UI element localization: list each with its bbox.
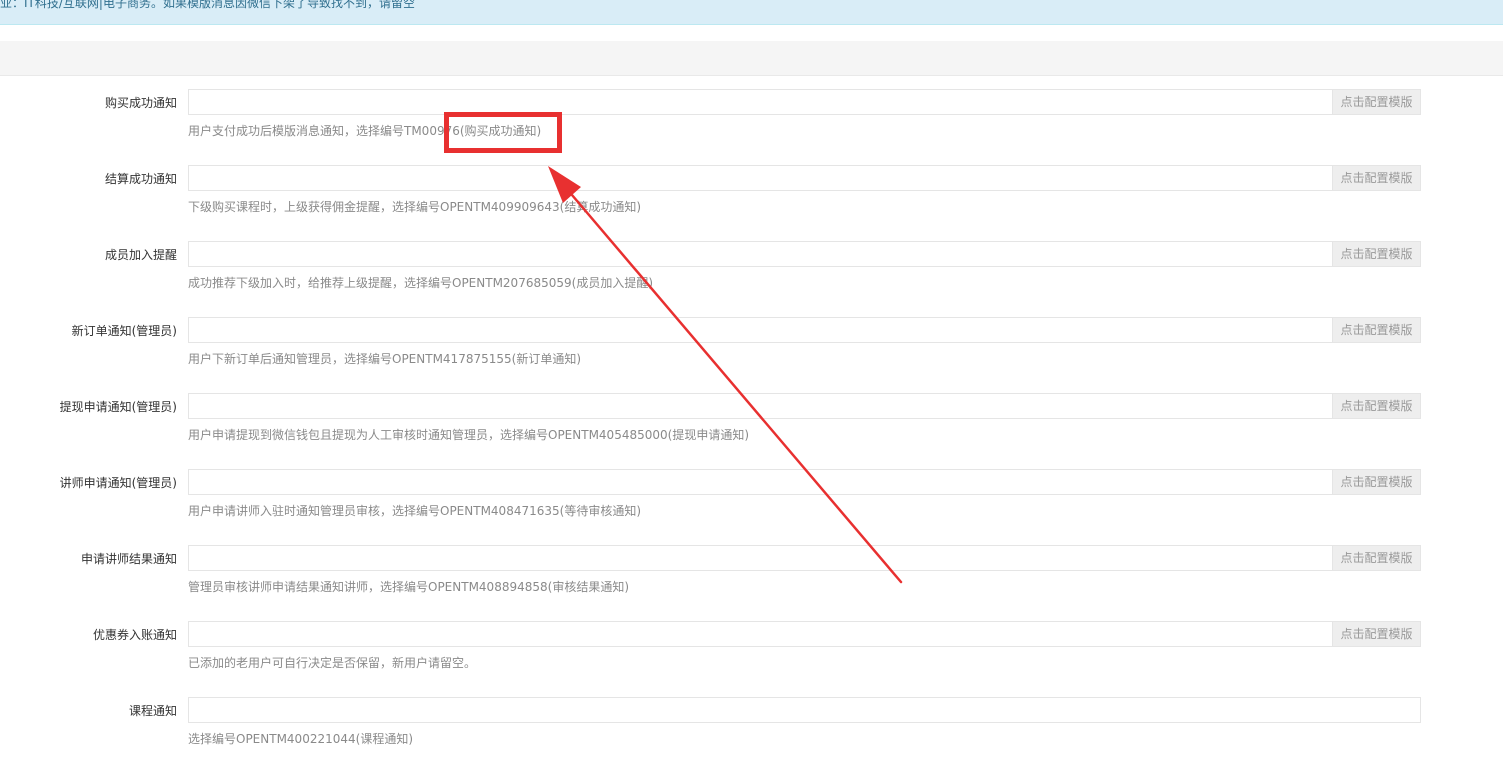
form-row-settlement-success: 结算成功通知 点击配置模版 下级购买课程时，上级获得佣金提醒，选择编号OPENT… bbox=[0, 165, 1503, 225]
template-notice-banner: 业：IT科技/互联网|电子商务。如果模版消息因微信下架了导致找不到，请留空 bbox=[0, 0, 1503, 25]
template-id-input-purchase-success[interactable] bbox=[188, 89, 1333, 115]
configure-template-button[interactable]: 点击配置模版 bbox=[1332, 241, 1421, 267]
field-label: 申请讲师结果通知 bbox=[80, 552, 177, 566]
form-row-withdraw-admin: 提现申请通知(管理员) 点击配置模版 用户申请提现到微信钱包且提现为人工审核时通… bbox=[0, 393, 1503, 453]
form-row-teacher-apply-admin: 讲师申请通知(管理员) 点击配置模版 用户申请讲师入驻时通知管理员审核，选择编号… bbox=[0, 469, 1503, 529]
form-row-course-notice: 课程通知 选择编号OPENTM400221044(课程通知) bbox=[0, 697, 1503, 757]
field-label: 购买成功通知 bbox=[104, 96, 177, 110]
help-text: 管理员审核讲师申请结果通知讲师，选择编号OPENTM408894858(审核结果… bbox=[188, 580, 630, 594]
template-id-input-teacher-result[interactable] bbox=[188, 545, 1333, 571]
help-text: 用户申请讲师入驻时通知管理员审核，选择编号OPENTM408471635(等待审… bbox=[188, 504, 642, 518]
field-label: 讲师申请通知(管理员) bbox=[59, 476, 177, 490]
help-text: 下级购买课程时，上级获得佣金提醒，选择编号OPENTM409909643(结算成… bbox=[188, 200, 642, 214]
help-text: 选择编号OPENTM400221044(课程通知) bbox=[188, 732, 414, 746]
help-text: 已添加的老用户可自行决定是否保留，新用户请留空。 bbox=[188, 656, 477, 670]
form-row-member-join: 成员加入提醒 点击配置模版 成功推荐下级加入时，给推荐上级提醒，选择编号OPEN… bbox=[0, 241, 1503, 301]
form-row-new-order-admin: 新订单通知(管理员) 点击配置模版 用户下新订单后通知管理员，选择编号OPENT… bbox=[0, 317, 1503, 377]
field-label: 优惠券入账通知 bbox=[92, 628, 177, 642]
template-id-input-teacher-apply-admin[interactable] bbox=[188, 469, 1333, 495]
configure-template-button[interactable]: 点击配置模版 bbox=[1332, 317, 1421, 343]
template-id-input-course-notice[interactable] bbox=[188, 697, 1421, 723]
form-row-purchase-success: 购买成功通知 点击配置模版 用户支付成功后模版消息通知，选择编号TM00976(… bbox=[0, 89, 1503, 149]
field-label: 课程通知 bbox=[128, 704, 177, 718]
template-id-input-coupon-credited[interactable] bbox=[188, 621, 1333, 647]
help-text: 用户支付成功后模版消息通知，选择编号TM00976(购买成功通知) bbox=[188, 124, 542, 138]
section-header bbox=[0, 41, 1503, 76]
field-label: 新订单通知(管理员) bbox=[71, 324, 177, 338]
template-id-input-settlement-success[interactable] bbox=[188, 165, 1333, 191]
configure-template-button[interactable]: 点击配置模版 bbox=[1332, 621, 1421, 647]
configure-template-button[interactable]: 点击配置模版 bbox=[1332, 469, 1421, 495]
configure-template-button[interactable]: 点击配置模版 bbox=[1332, 89, 1421, 115]
help-text: 用户下新订单后通知管理员，选择编号OPENTM417875155(新订单通知) bbox=[188, 352, 582, 366]
template-id-input-new-order-admin[interactable] bbox=[188, 317, 1333, 343]
configure-template-button[interactable]: 点击配置模版 bbox=[1332, 165, 1421, 191]
form-row-coupon-credited: 优惠券入账通知 点击配置模版 已添加的老用户可自行决定是否保留，新用户请留空。 bbox=[0, 621, 1503, 681]
configure-template-button[interactable]: 点击配置模版 bbox=[1332, 545, 1421, 571]
template-id-input-member-join[interactable] bbox=[188, 241, 1333, 267]
field-label: 提现申请通知(管理员) bbox=[59, 400, 177, 414]
help-text: 成功推荐下级加入时，给推荐上级提醒，选择编号OPENTM207685059(成员… bbox=[188, 276, 654, 290]
template-id-input-withdraw-admin[interactable] bbox=[188, 393, 1333, 419]
field-label: 结算成功通知 bbox=[104, 172, 177, 186]
field-label: 成员加入提醒 bbox=[104, 248, 177, 262]
configure-template-button[interactable]: 点击配置模版 bbox=[1332, 393, 1421, 419]
form-row-teacher-result: 申请讲师结果通知 点击配置模版 管理员审核讲师申请结果通知讲师，选择编号OPEN… bbox=[0, 545, 1503, 605]
help-text: 用户申请提现到微信钱包且提现为人工审核时通知管理员，选择编号OPENTM4054… bbox=[188, 428, 750, 442]
notice-text: 业：IT科技/互联网|电子商务。如果模版消息因微信下架了导致找不到，请留空 bbox=[0, 0, 415, 10]
